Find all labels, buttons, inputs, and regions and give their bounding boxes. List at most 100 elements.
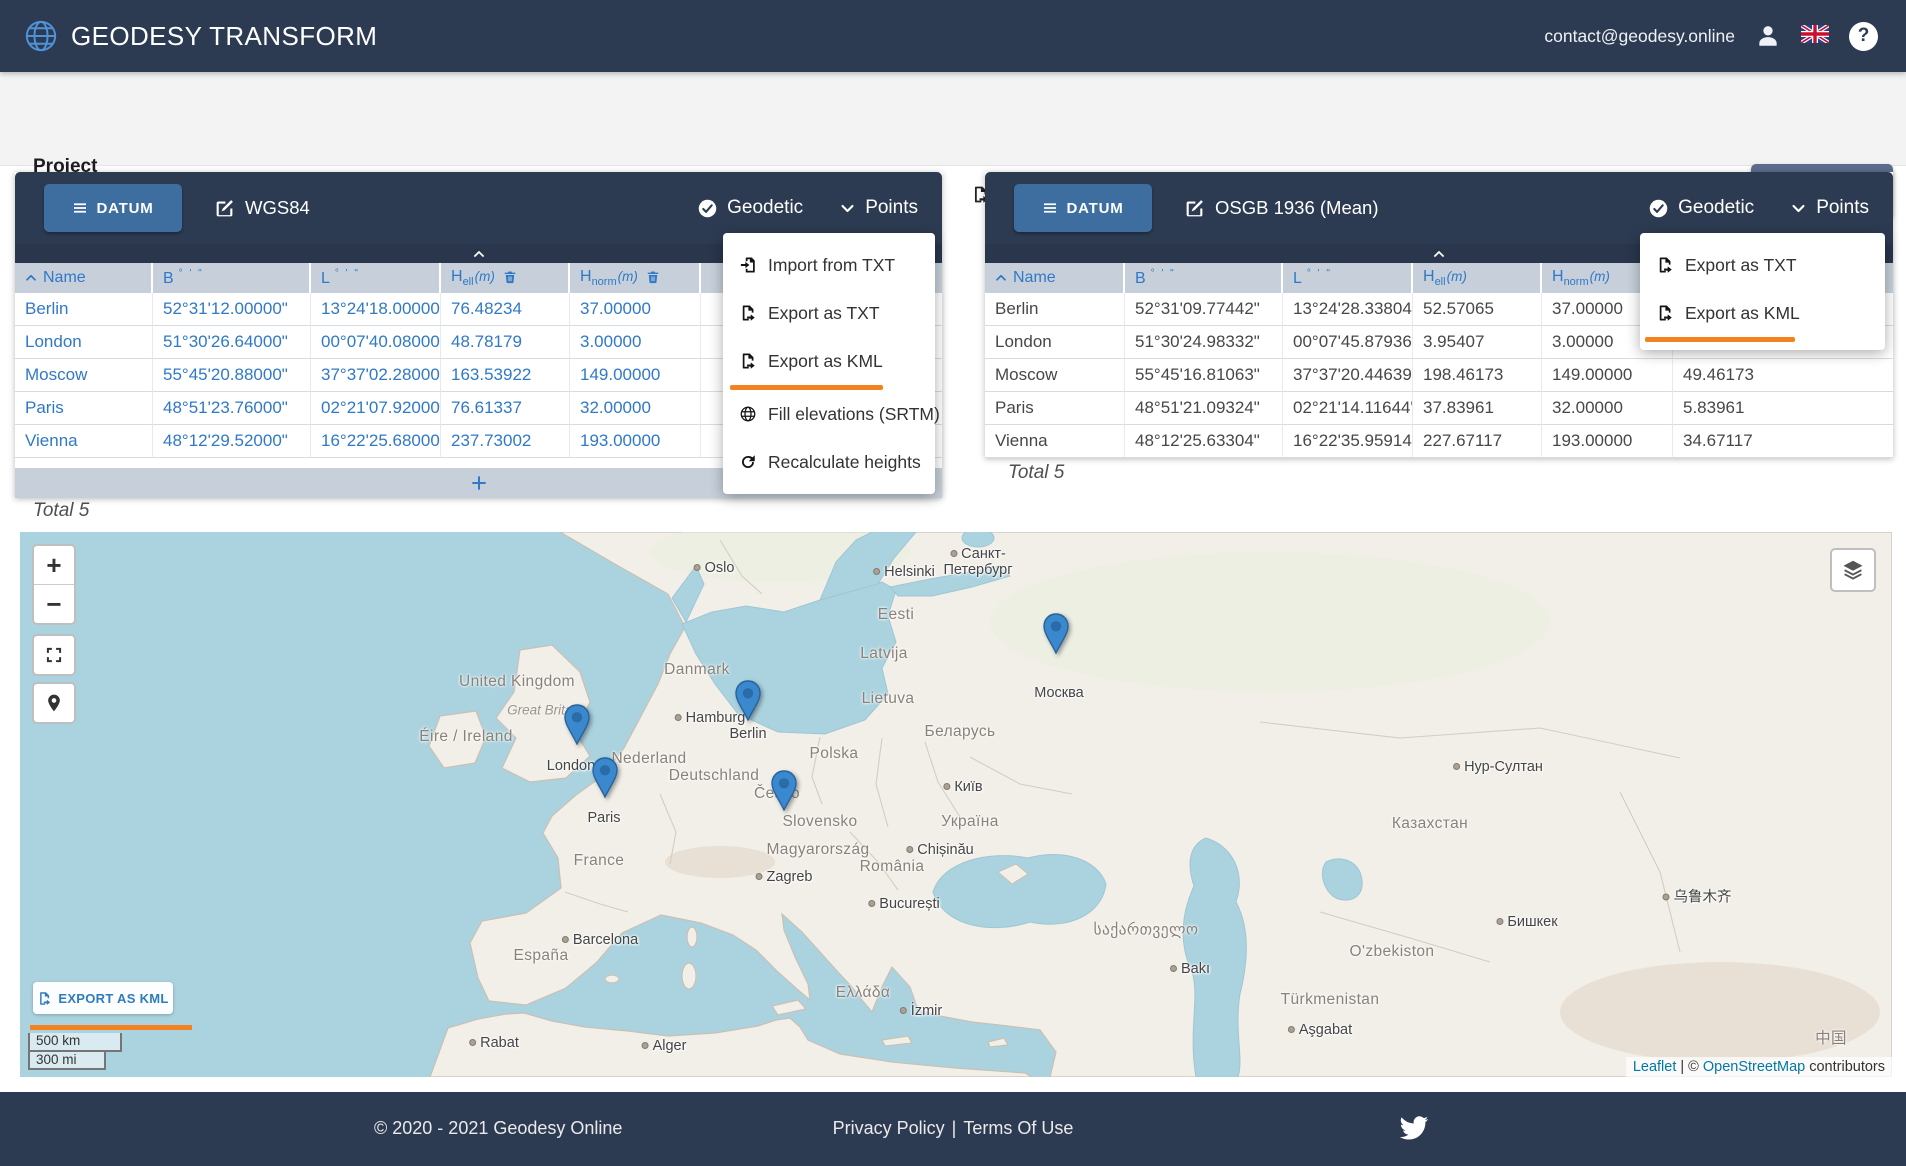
col-header-name[interactable]: Name (985, 263, 1125, 293)
sort-asc-icon (995, 272, 1007, 284)
map-marker-berlin[interactable] (735, 680, 762, 726)
cell-hnorm[interactable]: 3.00000 (570, 326, 701, 359)
cell-hnorm[interactable]: 149.00000 (570, 359, 701, 392)
redo-icon (739, 453, 757, 471)
source-system-name[interactable]: WGS84 (214, 197, 310, 219)
cell-hnorm[interactable]: 37.00000 (570, 293, 701, 326)
cell-l[interactable]: 00°07'40.08000" (311, 326, 441, 359)
delete-column-icon[interactable] (646, 270, 660, 284)
cell-hnorm[interactable]: 193.00000 (570, 425, 701, 458)
file-export-icon (37, 991, 52, 1006)
menu-item-export-txt[interactable]: Export as TXT (1640, 241, 1885, 289)
col-header-hell[interactable]: Hell(m) (1413, 263, 1542, 293)
map-marker-moscow[interactable] (1043, 613, 1070, 659)
cell-b[interactable]: 52°31'12.00000" (153, 293, 311, 326)
globe-logo-icon (24, 19, 58, 53)
source-points-dropdown[interactable]: Points (839, 197, 918, 219)
scale-km: 500 km (28, 1033, 122, 1052)
file-import-icon (739, 256, 757, 274)
chevron-up-icon (1432, 247, 1446, 261)
zoom-out-button[interactable]: − (34, 584, 74, 623)
col-header-l[interactable]: L° ' " (311, 263, 441, 293)
user-icon[interactable] (1755, 23, 1781, 49)
globe-icon (739, 405, 757, 423)
menu-item-import-txt[interactable]: Import from TXT (723, 241, 935, 289)
fullscreen-button[interactable] (32, 634, 76, 676)
cell-hell[interactable]: 237.73002 (441, 425, 570, 458)
map-terrain (20, 532, 1892, 1077)
cell-hnorm: 149.00000 (1542, 359, 1673, 392)
cell-hell[interactable]: 76.61337 (441, 392, 570, 425)
cell-hell: 227.67117 (1413, 425, 1542, 458)
export-kml-underline (30, 1025, 192, 1030)
cell-sep: 5.83961 (1673, 392, 1893, 425)
privacy-policy-link[interactable]: Privacy Policy (833, 1118, 945, 1138)
target-datum-button[interactable]: DATUM (1014, 184, 1152, 232)
cell-hell: 37.83961 (1413, 392, 1542, 425)
menu-item-fill-elevations[interactable]: Fill elevations (SRTM) (723, 390, 935, 438)
cell-l: 16°22'35.95914" (1283, 425, 1413, 458)
cell-l[interactable]: 37°37'02.28000" (311, 359, 441, 392)
leaflet-link[interactable]: Leaflet (1633, 1059, 1677, 1075)
cell-l[interactable]: 16°22'25.68000" (311, 425, 441, 458)
target-system-name[interactable]: OSGB 1936 (Mean) (1184, 197, 1379, 219)
cell-name[interactable]: Paris (15, 392, 153, 425)
terms-of-use-link[interactable]: Terms Of Use (963, 1118, 1073, 1138)
cell-b[interactable]: 48°12'29.52000" (153, 425, 311, 458)
account-email[interactable]: contact@geodesy.online (1544, 26, 1735, 47)
help-icon[interactable]: ? (1849, 22, 1878, 51)
col-header-hnorm[interactable]: Hnorm(m) (570, 263, 701, 293)
cell-name[interactable]: London (15, 326, 153, 359)
cell-l[interactable]: 13°24'18.00000" (311, 293, 441, 326)
footer: © 2020 - 2021 Geodesy Online Privacy Pol… (0, 1092, 1906, 1166)
cell-l[interactable]: 02°21'07.92000" (311, 392, 441, 425)
sort-asc-icon (25, 272, 37, 284)
expand-icon (44, 645, 64, 665)
menu-item-recalculate-heights[interactable]: Recalculate heights (723, 438, 935, 486)
cell-hnorm: 32.00000 (1542, 392, 1673, 425)
check-circle-icon (697, 198, 718, 219)
map-marker-paris[interactable] (592, 757, 619, 803)
col-header-hell[interactable]: Hell(m) (441, 263, 570, 293)
cell-name[interactable]: Berlin (15, 293, 153, 326)
menu-item-export-kml[interactable]: Export as KML (1640, 289, 1885, 337)
locate-marker-button[interactable] (32, 682, 76, 724)
cell-hnorm[interactable]: 32.00000 (570, 392, 701, 425)
edit-icon (214, 198, 235, 219)
target-points-dropdown[interactable]: Points (1790, 197, 1869, 219)
project-bar: Project My project New Settings Save Exp… (0, 72, 1906, 166)
target-geodetic-dropdown[interactable]: Geodetic (1648, 197, 1754, 219)
cell-b[interactable]: 55°45'20.88000" (153, 359, 311, 392)
layers-icon (1841, 558, 1865, 582)
language-flag-icon[interactable] (1801, 25, 1829, 48)
delete-column-icon[interactable] (503, 270, 517, 284)
source-geodetic-dropdown[interactable]: Geodetic (697, 197, 803, 219)
cell-name: London (985, 326, 1125, 359)
twitter-icon[interactable] (1399, 1113, 1429, 1143)
cell-hell[interactable]: 163.53922 (441, 359, 570, 392)
cell-b[interactable]: 48°51'23.76000" (153, 392, 311, 425)
menu-item-export-kml[interactable]: Export as KML (723, 337, 935, 385)
cell-hell[interactable]: 48.78179 (441, 326, 570, 359)
map[interactable]: OsloHelsinkiСанкт- ПетербургEestiLatvija… (20, 532, 1892, 1077)
file-export-icon (739, 304, 757, 322)
col-header-b[interactable]: B° ' " (153, 263, 311, 293)
layers-button[interactable] (1830, 548, 1876, 592)
map-marker-vienna[interactable] (771, 770, 798, 816)
active-item-underline (1645, 337, 1795, 342)
col-header-b[interactable]: B° ' " (1125, 263, 1283, 293)
navbar: GEODESY TRANSFORM contact@geodesy.online… (0, 0, 1906, 72)
col-header-l[interactable]: L° ' " (1283, 263, 1413, 293)
cell-b[interactable]: 51°30'26.64000" (153, 326, 311, 359)
menu-item-export-txt[interactable]: Export as TXT (723, 289, 935, 337)
cell-name[interactable]: Moscow (15, 359, 153, 392)
map-marker-london[interactable] (564, 704, 591, 750)
col-header-name[interactable]: Name (15, 263, 153, 293)
source-datum-button[interactable]: DATUM (44, 184, 182, 232)
zoom-in-button[interactable]: + (34, 546, 74, 584)
osm-link[interactable]: OpenStreetMap (1703, 1059, 1805, 1075)
cell-hell[interactable]: 76.48234 (441, 293, 570, 326)
map-export-kml-button[interactable]: EXPORT AS KML (33, 982, 173, 1014)
cell-name[interactable]: Vienna (15, 425, 153, 458)
map-pin-icon (44, 693, 64, 713)
